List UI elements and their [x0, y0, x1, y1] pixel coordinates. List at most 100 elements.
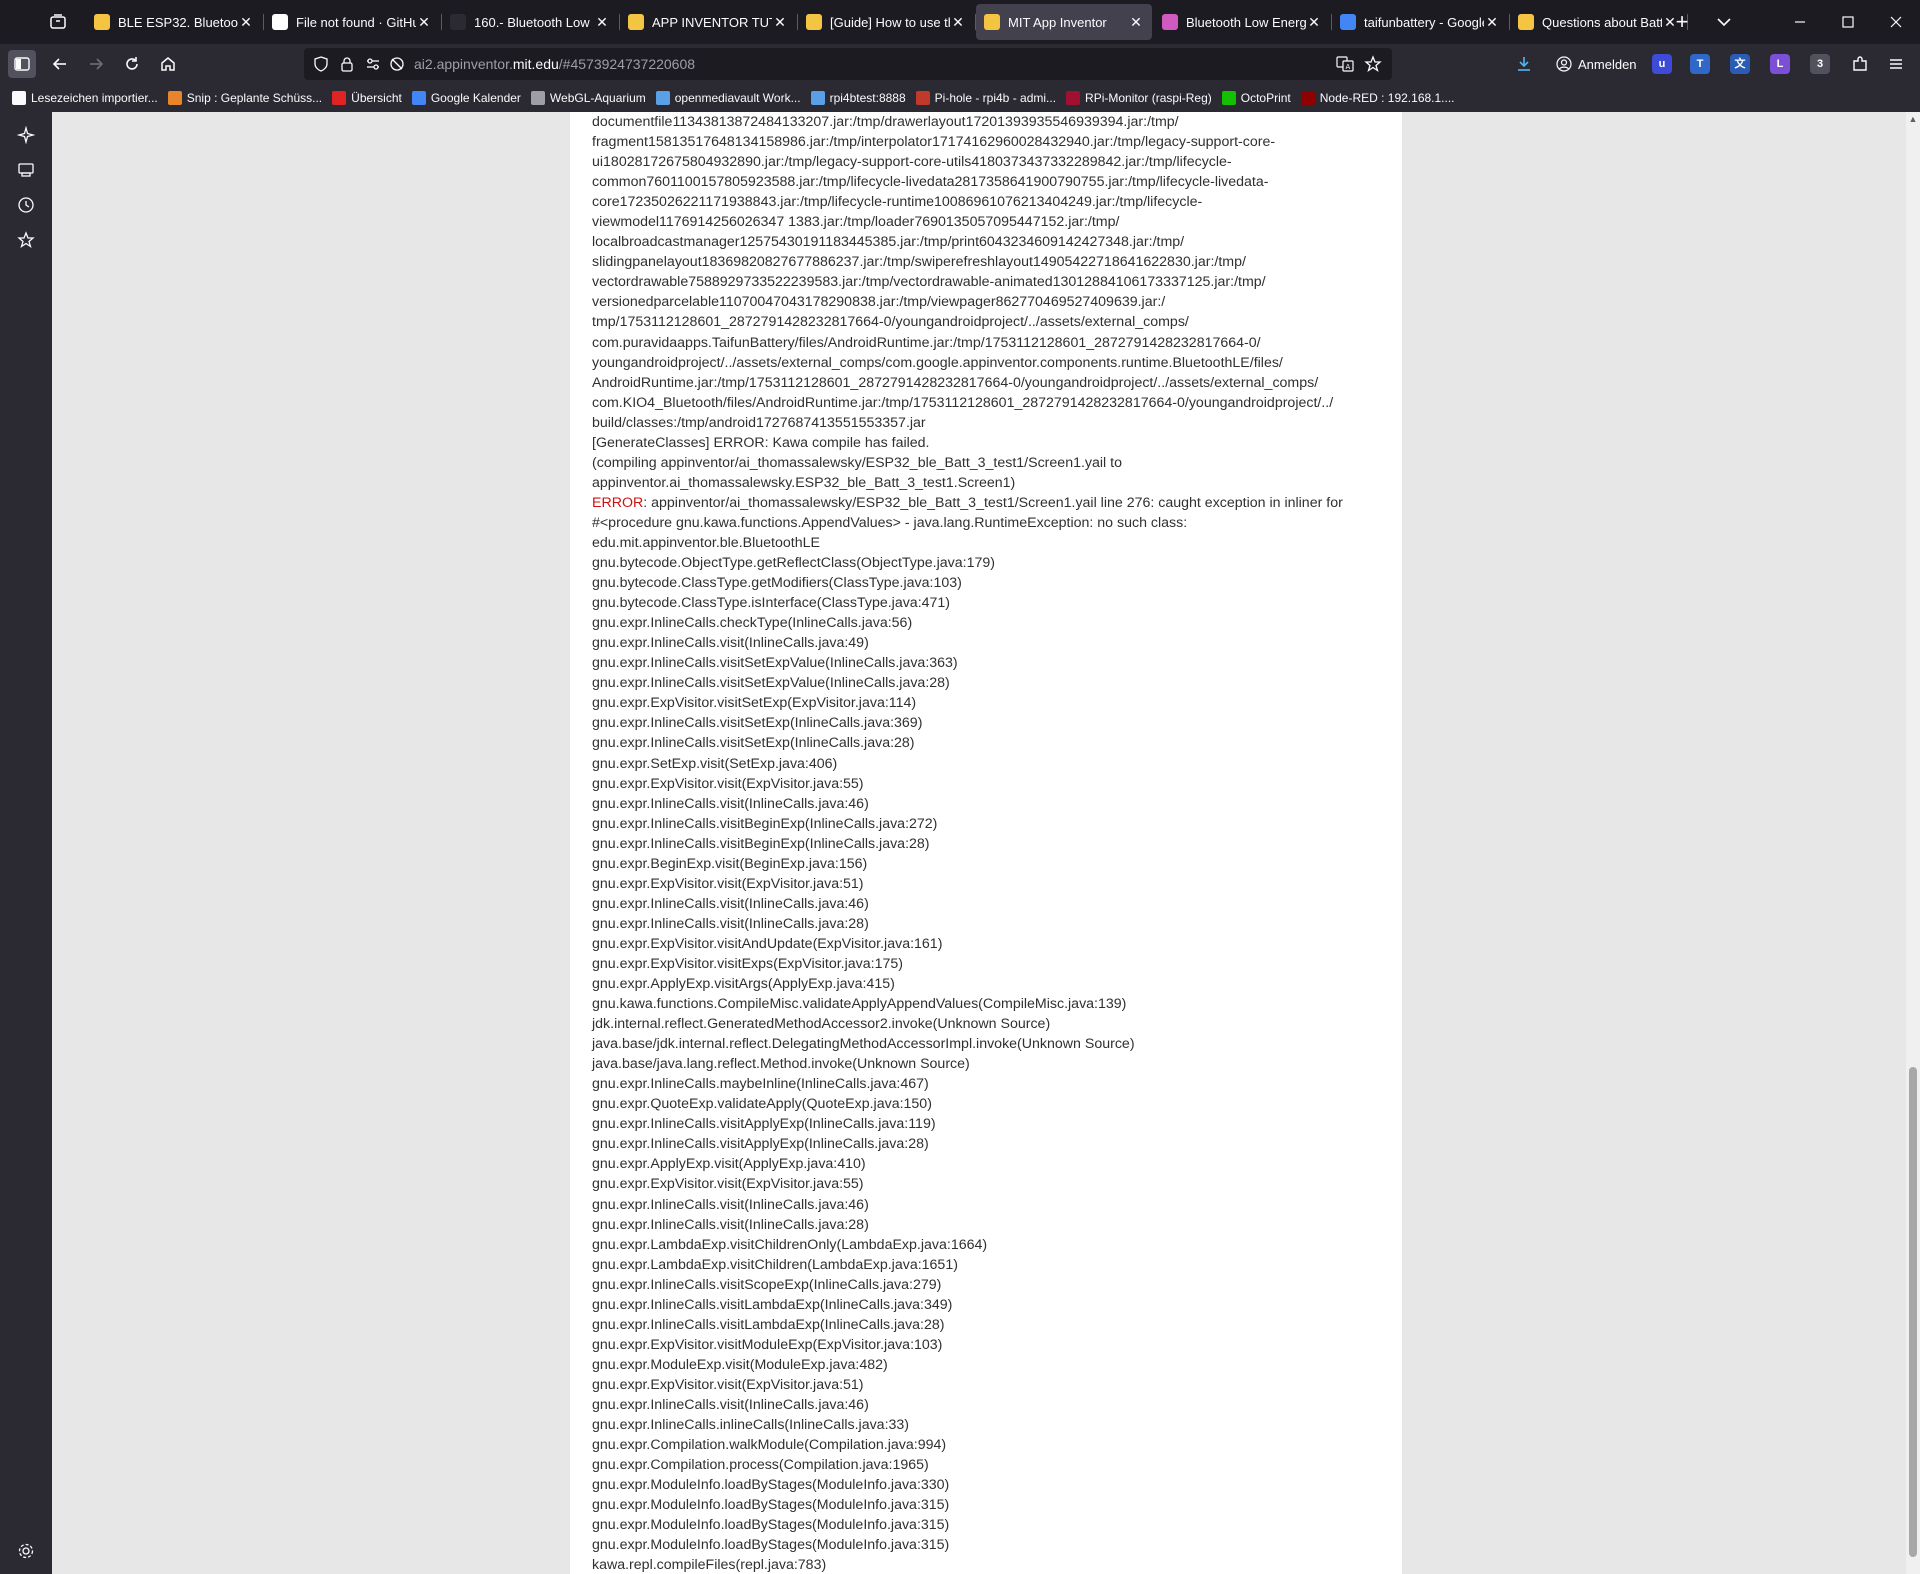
bookmark-item[interactable]: OctoPrint	[1221, 86, 1291, 110]
browser-tab[interactable]: Questions about Batte ✕	[1510, 4, 1688, 40]
tab-close-icon[interactable]: ✕	[1128, 14, 1144, 30]
scrollbar-thumb[interactable]	[1909, 1067, 1917, 1557]
bookmark-item[interactable]: WebGL-Aquarium	[530, 86, 646, 110]
tracking-protection-shield-icon[interactable]	[312, 55, 330, 73]
ai-chatbot-icon[interactable]	[15, 124, 37, 146]
address-bar[interactable]: ai2.appinventor.mit.edu/#457392473722060…	[304, 48, 1392, 80]
browser-tab[interactable]: taifunbattery - Google ✕	[1332, 4, 1510, 40]
page-scrollbar[interactable]: ▲	[1906, 112, 1920, 1574]
close-window-button[interactable]	[1872, 0, 1920, 44]
camera-blocked-icon[interactable]	[388, 55, 406, 73]
tab-title: 160.- Bluetooth Low Energ	[474, 14, 594, 30]
log-line: gnu.expr.Compilation.walkModule(Compilat…	[592, 1435, 1388, 1455]
log-line: gnu.expr.InlineCalls.visit(InlineCalls.j…	[592, 894, 1388, 914]
log-line: gnu.expr.InlineCalls.visitSetExp(InlineC…	[592, 713, 1388, 733]
bookmark-label: RPi-Monitor (raspi-Reg)	[1085, 91, 1212, 105]
extension-l-icon[interactable]: L	[1770, 54, 1790, 74]
bookmark-favicon-icon	[167, 91, 182, 105]
log-line: gnu.expr.ModuleInfo.loadByStages(ModuleI…	[592, 1535, 1388, 1555]
log-line: edu.mit.appinventor.ble.BluetoothLE	[592, 533, 1388, 553]
bookmark-star-icon[interactable]	[1364, 55, 1382, 73]
log-line-text: gnu.expr.ModuleInfo.loadByStages(ModuleI…	[592, 1537, 950, 1554]
bookmark-item[interactable]: Node-RED : 192.168.1....	[1300, 86, 1455, 110]
permissions-icon[interactable]	[364, 55, 382, 73]
tab-title: [Guide] How to use the	[830, 14, 950, 30]
url-text[interactable]: ai2.appinventor.mit.edu/#457392473722060…	[414, 56, 695, 72]
log-line-text: gnu.expr.ModuleInfo.loadByStages(ModuleI…	[592, 1497, 950, 1514]
extensions-puzzle-icon[interactable]	[1846, 50, 1874, 78]
extension-translator-icon[interactable]: 文	[1730, 54, 1750, 74]
log-line: gnu.expr.ExpVisitor.visit(ExpVisitor.jav…	[592, 1174, 1388, 1194]
history-clock-icon[interactable]	[15, 194, 37, 216]
tab-close-icon[interactable]: ✕	[950, 14, 966, 30]
account-signin-button[interactable]: Anmelden	[1546, 50, 1647, 78]
forward-button[interactable]	[82, 50, 110, 78]
tab-title: BLE ESP32. Bluetooth.	[118, 14, 238, 30]
log-line-text: gnu.expr.InlineCalls.visit(InlineCalls.j…	[592, 1397, 869, 1413]
log-line: gnu.expr.InlineCalls.visitApplyExp(Inlin…	[592, 1134, 1388, 1154]
tab-close-icon[interactable]: ✕	[594, 14, 610, 30]
extension-ublock-icon[interactable]: u	[1652, 54, 1672, 74]
bookmark-favicon-icon	[411, 91, 426, 105]
downloads-icon[interactable]	[1510, 50, 1538, 78]
browser-tab[interactable]: Bluetooth Low Energy ✕	[1154, 4, 1332, 40]
new-tab-button[interactable]: +	[1670, 10, 1694, 34]
bookmark-item[interactable]: rpi4btest:8888	[810, 86, 906, 110]
reload-button[interactable]	[118, 50, 146, 78]
back-button[interactable]	[46, 50, 74, 78]
log-line: java.base/java.lang.reflect.Method.invok…	[592, 1054, 1388, 1074]
minimize-button[interactable]	[1776, 0, 1824, 44]
log-line-text: kawa.repl.compileFiles(repl.java:783)	[592, 1557, 827, 1574]
bookmark-item[interactable]: Übersicht	[332, 86, 402, 110]
tab-close-icon[interactable]: ✕	[772, 14, 788, 30]
tab-close-icon[interactable]: ✕	[1484, 14, 1500, 30]
tab-close-icon[interactable]: ✕	[416, 14, 432, 30]
browser-tab[interactable]: MIT App Inventor ✕	[976, 4, 1152, 40]
bookmark-favicon-icon	[12, 91, 26, 105]
tab-close-icon[interactable]: ✕	[238, 14, 254, 30]
log-line-text: gnu.expr.ApplyExp.visit(ApplyExp.java:41…	[592, 1156, 866, 1173]
bookmark-item[interactable]: Google Kalender	[411, 86, 521, 110]
browser-tab[interactable]: [Guide] How to use the ✕	[798, 4, 976, 40]
bookmark-item[interactable]: Pi-hole - rpi4b - admi...	[915, 86, 1057, 110]
maximize-button[interactable]	[1824, 0, 1872, 44]
translate-icon[interactable]: A	[1336, 55, 1354, 73]
extension-badge-icon[interactable]: 3	[1810, 54, 1830, 74]
browser-tab[interactable]: APP INVENTOR TUTORI✕	[620, 4, 798, 40]
home-button[interactable]	[154, 50, 182, 78]
log-line-text: gnu.bytecode.ObjectType.getReflectClass(…	[592, 555, 995, 572]
log-line-text: versionedparcelable11070047043178290838.…	[592, 294, 1166, 311]
lock-icon[interactable]	[338, 55, 356, 73]
compile-error-log: documentfile11343813872484133207.jar:/tm…	[592, 112, 1388, 1574]
log-line: gnu.expr.ApplyExp.visitArgs(ApplyExp.jav…	[592, 974, 1388, 994]
tab-overview-icon[interactable]	[48, 12, 68, 32]
bookmark-label: Übersicht	[351, 91, 402, 105]
log-line-text: gnu.expr.ModuleInfo.loadByStages(ModuleI…	[592, 1517, 950, 1534]
url-prefix: ai2.appinventor.	[414, 56, 513, 72]
synced-tabs-icon[interactable]	[15, 159, 37, 181]
bookmark-item[interactable]: openmediavault Work...	[655, 86, 801, 110]
log-line: gnu.expr.QuoteExp.validateApply(QuoteExp…	[592, 1094, 1388, 1114]
scroll-up-arrow-icon[interactable]: ▲	[1906, 112, 1920, 126]
log-line-text: documentfile11343813872484133207.jar:/tm…	[592, 114, 1179, 130]
browser-tab[interactable]: 160.- Bluetooth Low Energ✕	[442, 4, 620, 40]
bookmark-label: Pi-hole - rpi4b - admi...	[934, 91, 1057, 105]
browser-tab[interactable]: File not found · GitHub ✕	[264, 4, 442, 40]
tab-close-icon[interactable]: ✕	[1306, 14, 1322, 30]
account-icon	[1556, 56, 1572, 72]
bookmarks-star-icon[interactable]	[15, 229, 37, 251]
bookmark-item[interactable]: Snip : Geplante Schüss...	[167, 86, 322, 110]
app-menu-icon[interactable]	[1882, 50, 1910, 78]
tab-favicon-icon	[1162, 14, 1178, 30]
log-line: gnu.bytecode.ClassType.isInterface(Class…	[592, 593, 1388, 613]
sidebar-toggle-button[interactable]	[8, 50, 36, 78]
log-line-text: tmp/1753112128601_2872791428232817664-0/…	[592, 314, 1189, 331]
browser-tab[interactable]: BLE ESP32. Bluetooth.✕	[86, 4, 264, 40]
bookmark-item[interactable]: Lesezeichen importier...	[12, 86, 158, 110]
log-line-text: youngandroidproject/../assets/external_c…	[592, 354, 1283, 371]
extension-translate-icon[interactable]: T	[1690, 54, 1710, 74]
log-line-text: gnu.expr.InlineCalls.visitBeginExp(Inlin…	[592, 835, 930, 852]
bookmark-item[interactable]: RPi-Monitor (raspi-Reg)	[1066, 86, 1212, 110]
sidebar-settings-gear-icon[interactable]	[15, 1540, 37, 1562]
list-all-tabs-button[interactable]	[1712, 10, 1736, 34]
